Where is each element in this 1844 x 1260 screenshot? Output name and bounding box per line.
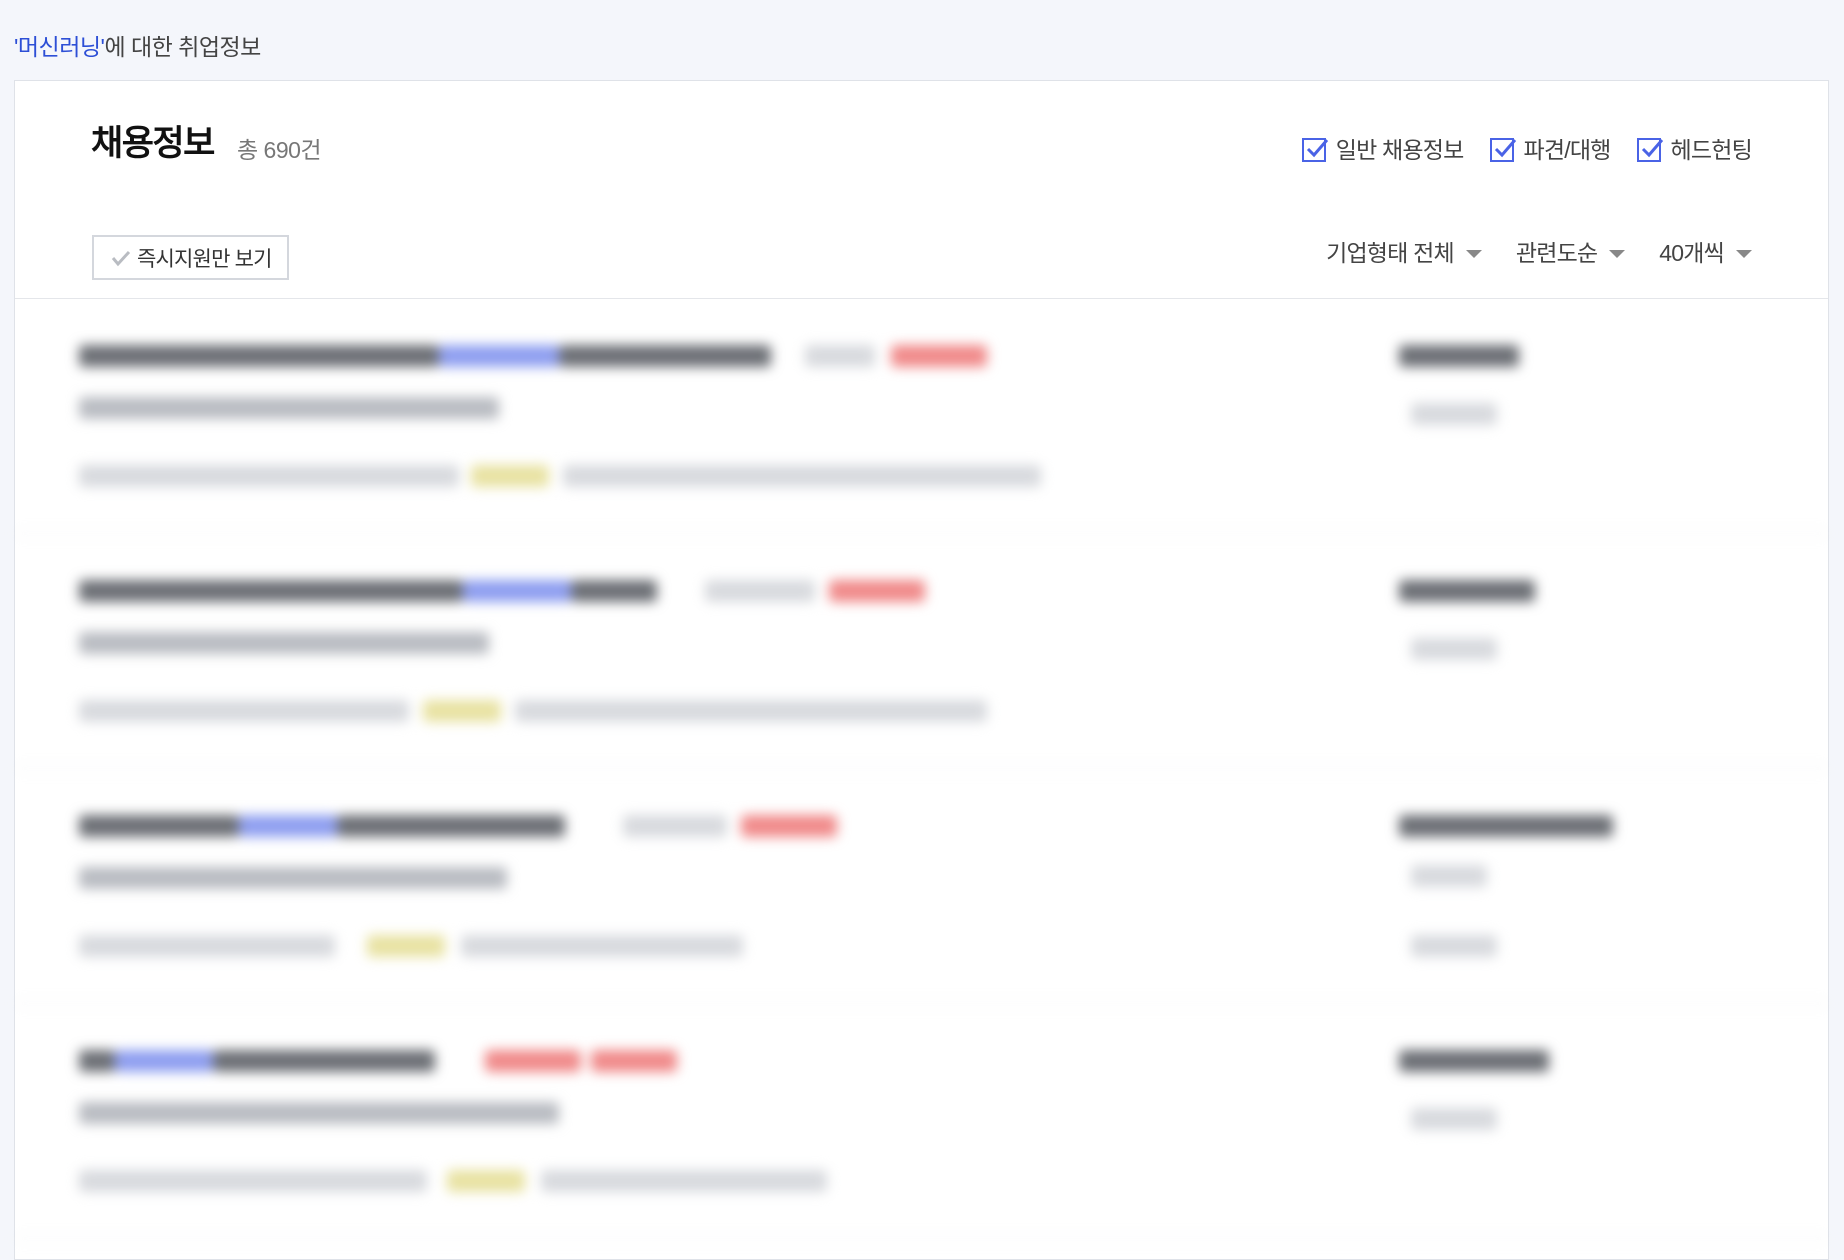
filter-headhunting-label: 헤드헌팅 [1670, 137, 1753, 163]
deadline-badge-blurred [741, 815, 837, 837]
job-title-blurred [571, 580, 657, 602]
keyword-tag-blurred [423, 700, 501, 722]
caret-down-icon [1609, 250, 1626, 258]
job-tag-blurred [623, 815, 727, 837]
instant-apply-label: 즉시지원만 보기 [137, 247, 272, 271]
filter-dispatch[interactable]: 파견/대행 [1489, 131, 1612, 165]
job-conditions-blurred [79, 867, 507, 889]
sort-order-dropdown[interactable]: 관련도순 [1515, 234, 1626, 268]
apply-button-blurred [1411, 638, 1497, 660]
job-sectors-blurred [563, 465, 1041, 487]
deadline-badge-blurred [485, 1050, 581, 1072]
company-info-blurred [1411, 865, 1487, 887]
job-title-blurred [213, 1050, 435, 1072]
caret-down-icon [1736, 250, 1752, 258]
job-sectors-blurred [79, 700, 409, 722]
job-row[interactable] [15, 1004, 1828, 1239]
job-conditions-blurred [79, 632, 489, 654]
check-icon [111, 250, 131, 266]
page-size-label: 40개씩 [1659, 240, 1724, 266]
apply-button-blurred [1411, 935, 1497, 957]
job-sectors-blurred [79, 935, 335, 957]
search-summary: '머신러닝'에 대한 취업정보 [14, 28, 261, 62]
job-title-blurred [337, 815, 565, 837]
filter-general[interactable]: 일반 채용정보 [1301, 131, 1465, 165]
checkbox-checked-icon[interactable] [1489, 138, 1516, 162]
filter-headhunting[interactable]: 헤드헌팅 [1636, 131, 1753, 165]
keyword-tag-blurred [447, 1170, 525, 1192]
job-type-filters: 일반 채용정보 파견/대행 헤드헌팅 [1301, 131, 1753, 165]
search-suffix: 에 대한 취업정보 [104, 34, 261, 60]
checkbox-checked-icon[interactable] [1301, 138, 1328, 162]
company-name-blurred [1399, 1050, 1549, 1072]
job-tag-blurred [805, 345, 875, 367]
company-name-blurred [1399, 345, 1519, 367]
deadline-badge-blurred [829, 580, 925, 602]
job-row[interactable] [15, 769, 1828, 1004]
keyword-highlight-blurred [439, 345, 559, 367]
deadline-badge-blurred [591, 1050, 677, 1072]
job-sectors-blurred [461, 935, 743, 957]
page-size-dropdown[interactable]: 40개씩 [1659, 234, 1752, 268]
job-title-blurred [79, 580, 463, 602]
keyword-highlight-blurred [463, 580, 571, 602]
job-sectors-blurred [79, 1170, 427, 1192]
sort-order-label: 관련도순 [1515, 240, 1598, 266]
job-title-blurred [79, 345, 439, 367]
job-title-blurred [559, 345, 771, 367]
job-conditions-blurred [79, 1102, 559, 1124]
checkbox-checked-icon[interactable] [1636, 138, 1663, 162]
caret-down-icon [1465, 250, 1482, 258]
company-name-blurred [1399, 815, 1613, 837]
company-name-blurred [1399, 580, 1535, 602]
job-listing-panel: 채용정보 총 690건 일반 채용정보 파견/대행 헤드헌팅 즉시지원만 보기 … [14, 80, 1829, 1260]
keyword-tag-blurred [471, 465, 549, 487]
filter-general-label: 일반 채용정보 [1335, 137, 1465, 163]
keyword-highlight-blurred [239, 815, 337, 837]
job-tag-blurred [705, 580, 815, 602]
job-conditions-blurred [79, 397, 499, 419]
apply-button-blurred [1411, 1108, 1497, 1130]
apply-button-blurred [1411, 403, 1497, 425]
company-type-dropdown[interactable]: 기업형태 전체 [1326, 234, 1482, 268]
search-keyword: '머신러닝' [14, 34, 105, 60]
result-count: 총 690건 [237, 137, 322, 163]
instant-apply-toggle[interactable]: 즉시지원만 보기 [92, 235, 289, 280]
filter-dispatch-label: 파견/대행 [1523, 137, 1612, 163]
listing-header: 채용정보 총 690건 일반 채용정보 파견/대행 헤드헌팅 즉시지원만 보기 … [15, 81, 1828, 299]
sort-controls: 기업형태 전체 관련도순 40개씩 [1326, 234, 1752, 268]
job-title-blurred [79, 1050, 115, 1072]
deadline-badge-blurred [891, 345, 987, 367]
job-sectors-blurred [541, 1170, 827, 1192]
job-title-blurred [79, 815, 239, 837]
job-row[interactable] [15, 299, 1828, 534]
keyword-highlight-blurred [115, 1050, 213, 1072]
keyword-tag-blurred [367, 935, 445, 957]
job-sectors-blurred [79, 465, 459, 487]
company-type-label: 기업형태 전체 [1326, 240, 1455, 266]
job-row[interactable] [15, 534, 1828, 769]
page-title: 채용정보 [91, 124, 215, 163]
job-sectors-blurred [515, 700, 987, 722]
